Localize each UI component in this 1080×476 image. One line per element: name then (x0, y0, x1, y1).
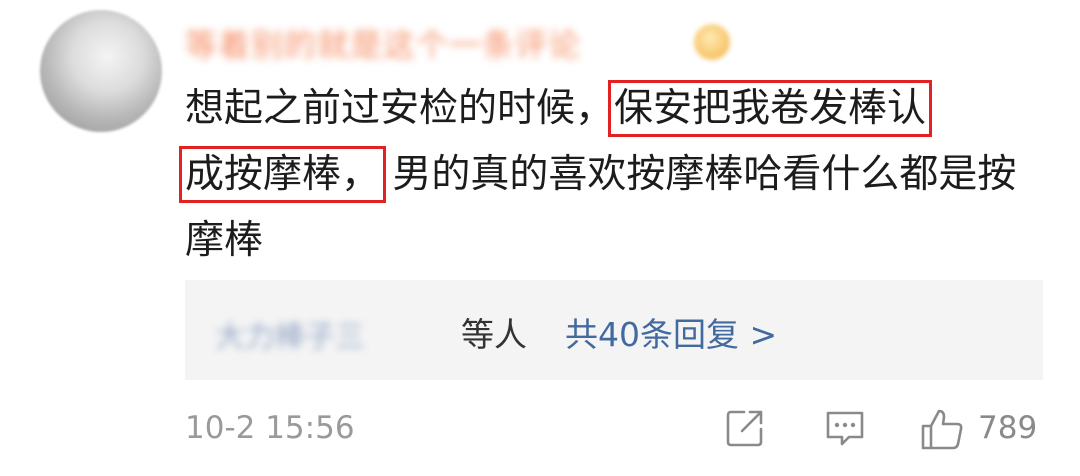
share-icon[interactable] (722, 405, 768, 455)
reply-users-suffix: 等人 (461, 315, 527, 354)
thumbs-up-icon[interactable] (918, 405, 966, 457)
user-badge-icon (694, 24, 730, 60)
avatar[interactable] (40, 10, 162, 132)
view-replies-link[interactable]: 共40条回复 > (565, 308, 777, 356)
comment-icon[interactable] (822, 405, 868, 455)
highlighted-text-2: 成按摩棒， (178, 146, 387, 203)
comment-text: 想起之前过安检的时候，保安把我卷发棒认 成按摩棒， 男的真的喜欢按摩棒哈看什么都是… (178, 76, 1055, 274)
comment-text-before: 想起之前过安检的时候， (185, 86, 615, 131)
reply-user-names: 大力棒子三 (215, 320, 365, 355)
username[interactable]: 等着别的就是这个一条评论 (185, 20, 581, 66)
highlighted-text-1: 保安把我卷发棒认 (608, 80, 933, 137)
comment-timestamp: 10-2 15:56 (185, 410, 355, 446)
like-count: 789 (978, 410, 1038, 446)
replies-preview[interactable]: 大力棒子三 等人 共40条回复 > (185, 280, 1043, 380)
